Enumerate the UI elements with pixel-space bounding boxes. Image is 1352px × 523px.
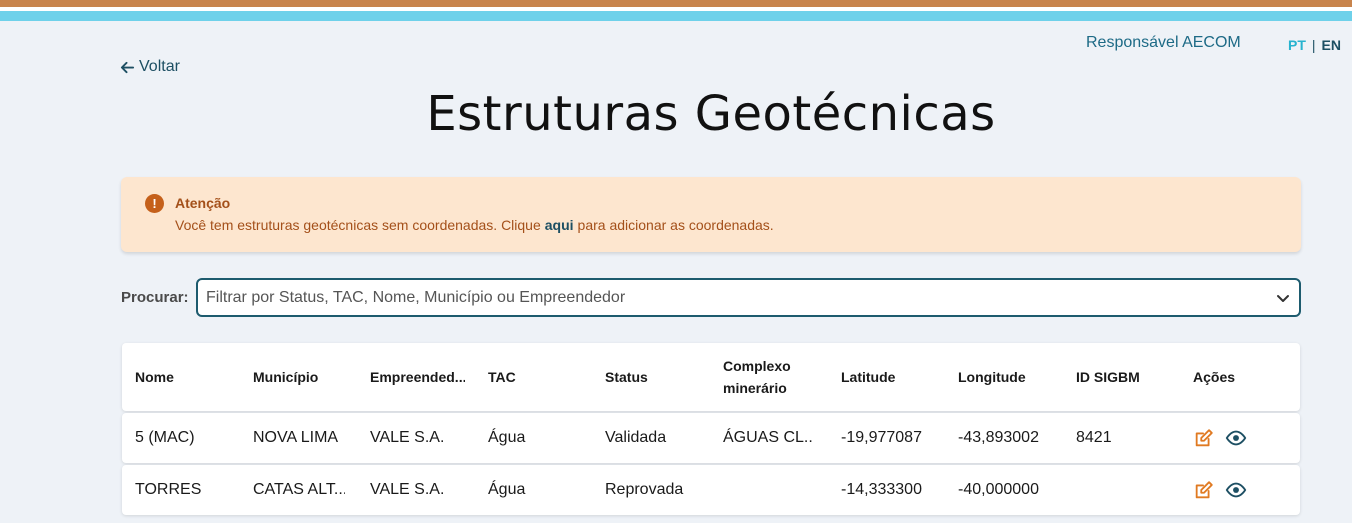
warning-alert: ! Atenção Você tem estruturas geotécnica… — [121, 177, 1301, 252]
cell-acoes — [1193, 413, 1293, 463]
cell-nome: TORRES — [135, 481, 202, 498]
table-header-row: Nome Município Empreended... TAC Status … — [122, 343, 1300, 411]
table-row: TORRES CATAS ALT... VALE S.A. Água Repro… — [122, 465, 1300, 515]
cell-complexo — [723, 465, 813, 515]
view-eye-icon[interactable] — [1225, 427, 1247, 449]
back-button[interactable]: Voltar — [120, 58, 180, 76]
column-header-longitude: Longitude — [958, 369, 1026, 385]
alert-text-before: Você tem estruturas geotécnicas sem coor… — [175, 217, 541, 233]
search-label: Procurar: — [121, 289, 189, 306]
search-input[interactable] — [206, 288, 1256, 308]
cell-municipio: CATAS ALT... — [253, 481, 345, 498]
cell-nome: 5 (MAC) — [135, 429, 195, 446]
edit-icon[interactable] — [1193, 479, 1215, 501]
alert-text-after: para adicionar as coordenadas. — [577, 217, 774, 233]
cell-longitude: -43,893002 — [958, 429, 1039, 446]
cell-acoes — [1193, 465, 1293, 515]
cell-latitude: -14,333300 — [841, 481, 922, 498]
cell-tac: Água — [488, 429, 526, 446]
page-title: Estruturas Geotécnicas — [426, 86, 996, 142]
edit-icon[interactable] — [1193, 427, 1215, 449]
search-select[interactable] — [196, 278, 1301, 317]
column-header-nome: Nome — [135, 369, 174, 385]
cell-empreendedor: VALE S.A. — [370, 429, 445, 446]
lang-en[interactable]: EN — [1322, 37, 1341, 53]
cell-complexo: ÁGUAS CL... — [723, 429, 813, 446]
exclamation-icon: ! — [145, 194, 164, 213]
cell-id-sigbm — [1076, 465, 1176, 515]
column-header-id-sigbm: ID SIGBM — [1076, 369, 1140, 385]
column-header-empreendedor: Empreended... — [370, 369, 465, 385]
responsavel-link[interactable]: Responsável AECOM — [1086, 34, 1241, 52]
table-row: 5 (MAC) NOVA LIMA VALE S.A. Água Validad… — [122, 413, 1300, 463]
top-stripe-cyan — [0, 11, 1352, 21]
language-switcher: PT | EN — [1288, 37, 1341, 53]
lang-separator: | — [1311, 37, 1316, 53]
cell-latitude: -19,977087 — [841, 429, 922, 446]
top-stripe-orange — [0, 0, 1352, 7]
column-header-latitude: Latitude — [841, 369, 896, 385]
lang-pt[interactable]: PT — [1288, 37, 1306, 53]
alert-link-aqui[interactable]: aqui — [545, 217, 574, 233]
alert-text: Você tem estruturas geotécnicas sem coor… — [175, 217, 774, 233]
view-eye-icon[interactable] — [1225, 479, 1247, 501]
column-header-status: Status — [605, 369, 648, 385]
chevron-down-icon[interactable] — [1275, 290, 1291, 306]
back-label: Voltar — [139, 58, 180, 75]
cell-municipio: NOVA LIMA — [253, 429, 339, 446]
cell-tac: Água — [488, 481, 526, 498]
alert-title: Atenção — [175, 195, 231, 211]
structures-table: Nome Município Empreended... TAC Status … — [122, 343, 1300, 515]
cell-status: Reprovada — [605, 481, 684, 498]
cell-empreendedor: VALE S.A. — [370, 481, 445, 498]
cell-longitude: -40,000000 — [958, 481, 1039, 498]
arrow-left-icon — [120, 61, 135, 73]
column-header-acoes: Ações — [1193, 369, 1236, 385]
cell-status: Validada — [605, 429, 667, 446]
column-header-complexo: Complexo minerário — [723, 358, 791, 396]
column-header-municipio: Município — [253, 369, 319, 385]
cell-id-sigbm: 8421 — [1076, 429, 1112, 446]
column-header-tac: TAC — [488, 369, 516, 385]
